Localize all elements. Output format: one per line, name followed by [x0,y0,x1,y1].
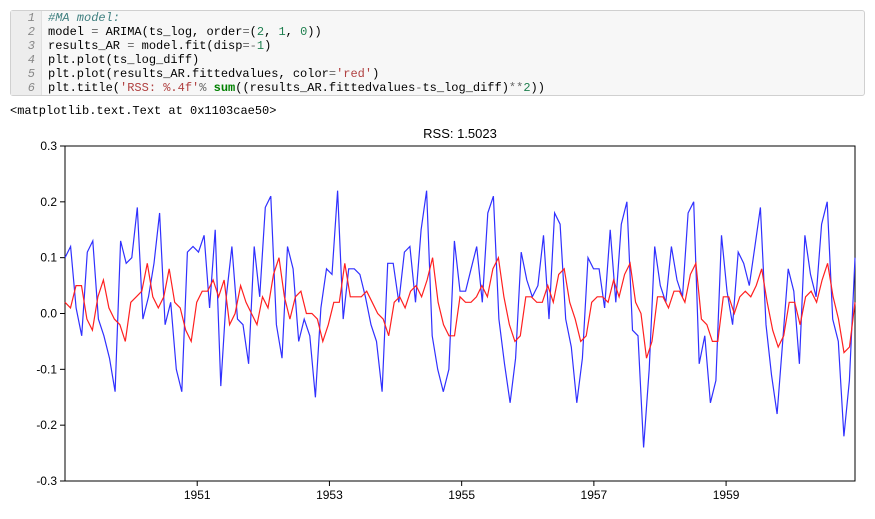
code-line: 1#MA model: [11,11,864,25]
y-tick-label: -0.2 [36,418,57,432]
code-text: #MA model: [42,11,126,25]
code-text: plt.plot(results_AR.fittedvalues, color=… [42,67,385,81]
code-text: results_AR = model.fit(disp=-1) [42,39,277,53]
x-tick-label: 1951 [184,488,211,502]
code-text: plt.plot(ts_log_diff) [42,53,205,67]
y-tick-label: -0.1 [36,362,57,376]
line-number: 2 [11,25,42,39]
x-tick-label: 1957 [581,488,608,502]
y-tick-label: 0.0 [40,307,57,321]
y-tick-label: 0.1 [40,251,57,265]
y-tick-label: 0.2 [40,195,57,209]
code-text: plt.title('RSS: %.4f'% sum((results_AR.f… [42,81,551,95]
plot-area: RSS: 1.5023 -0.3 -0.2 -0.1 0.0 0.1 0.2 0.3 1951… [10,126,865,506]
line-number: 6 [11,81,42,95]
chart-title: RSS: 1.5023 [423,126,497,141]
line-number: 5 [11,67,42,81]
code-line: 6plt.title('RSS: %.4f'% sum((results_AR.… [11,81,864,95]
y-tick-label: -0.3 [36,474,57,488]
code-text: model = ARIMA(ts_log, order=(2, 1, 0)) [42,25,328,39]
line-number: 3 [11,39,42,53]
output-repr-text: <matplotlib.text.Text at 0x1103cae50> [10,104,865,118]
y-tick-label: 0.3 [40,139,57,153]
code-line: 5plt.plot(results_AR.fittedvalues, color… [11,67,864,81]
code-input-cell: 1#MA model:2model = ARIMA(ts_log, order=… [10,10,865,96]
x-tick-label: 1955 [448,488,475,502]
x-tick-label: 1953 [316,488,343,502]
x-tick-label: 1959 [713,488,740,502]
line-number: 1 [11,11,42,25]
code-line: 4plt.plot(ts_log_diff) [11,53,864,67]
code-line: 3results_AR = model.fit(disp=-1) [11,39,864,53]
line-number: 4 [11,53,42,67]
code-line: 2model = ARIMA(ts_log, order=(2, 1, 0)) [11,25,864,39]
